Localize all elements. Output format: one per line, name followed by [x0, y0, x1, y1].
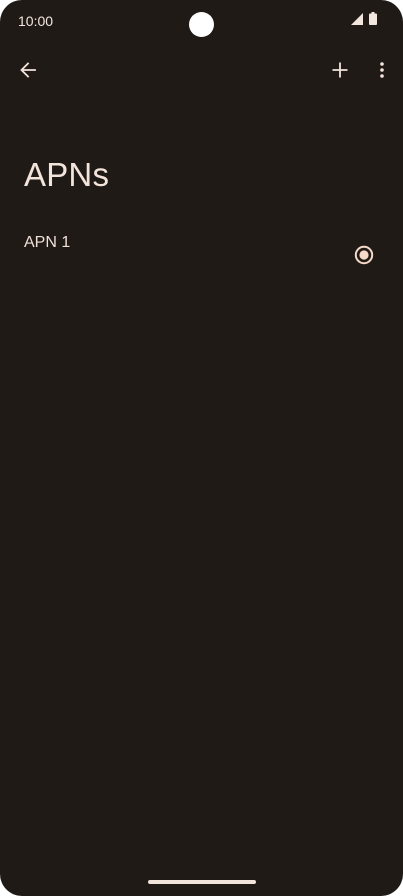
battery-icon	[369, 12, 377, 30]
status-time: 10:00	[18, 13, 54, 29]
app-bar	[0, 52, 403, 92]
more-options-button[interactable]	[366, 56, 398, 88]
camera-cutout	[189, 12, 214, 37]
page-title: APNs	[24, 156, 110, 193]
radio-selected-icon[interactable]	[354, 245, 374, 265]
home-indicator[interactable]	[148, 880, 256, 884]
plus-icon	[332, 62, 348, 83]
status-icons	[351, 12, 377, 30]
phone-screen: 10:00 APNs APN 1	[0, 0, 403, 896]
arrow-back-icon	[19, 61, 37, 84]
apn-list-item[interactable]: APN 1	[0, 220, 403, 284]
more-vert-icon	[380, 61, 384, 83]
add-apn-button[interactable]	[324, 56, 356, 88]
status-bar: 10:00	[0, 0, 403, 44]
signal-icon	[351, 12, 363, 30]
apn-label: APN 1	[24, 234, 71, 251]
back-button[interactable]	[12, 56, 44, 88]
